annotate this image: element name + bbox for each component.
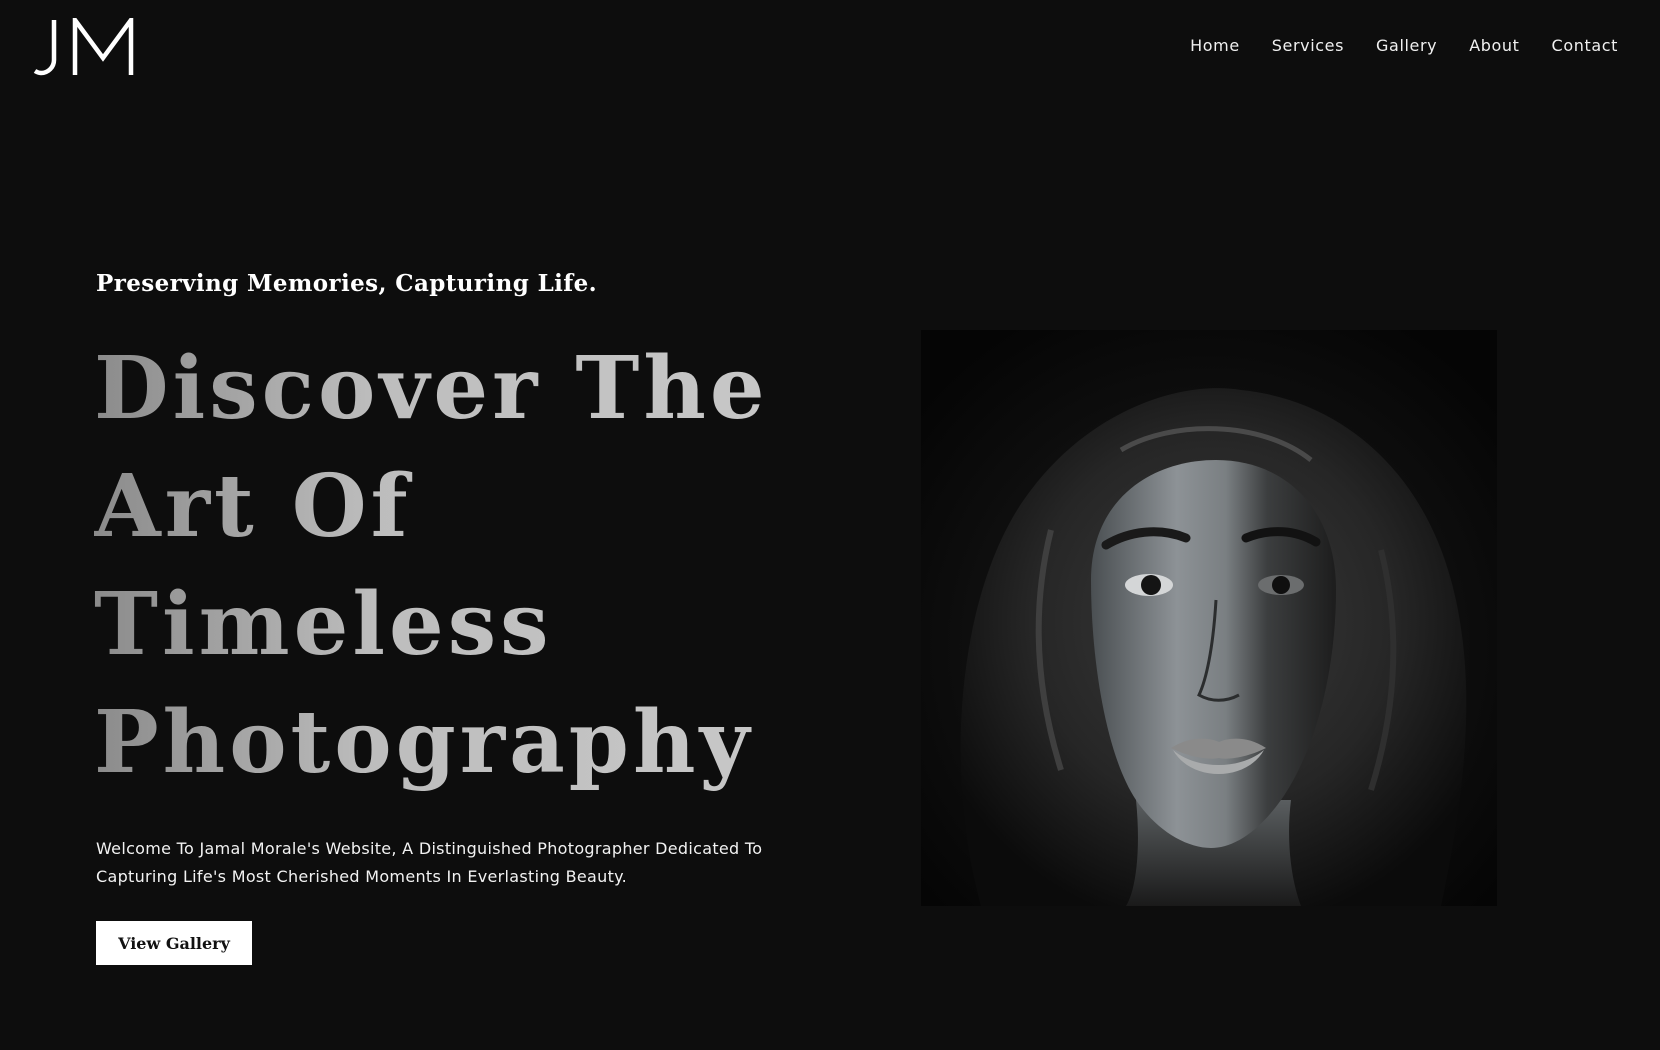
portrait-photo <box>921 330 1497 906</box>
hero-description: Welcome To Jamal Morale's Website, A Dis… <box>96 839 763 886</box>
jm-logo[interactable] <box>33 13 138 76</box>
headline-line: Discover The <box>94 330 794 448</box>
view-gallery-button[interactable]: View Gallery <box>96 921 252 965</box>
portrait-illustration <box>921 330 1497 906</box>
headline-line: Art Of <box>94 448 794 566</box>
jm-logo-icon <box>33 13 134 76</box>
nav-link-gallery[interactable]: Gallery <box>1376 36 1437 55</box>
nav-link-services[interactable]: Services <box>1272 36 1344 55</box>
nav-link-home[interactable]: Home <box>1190 36 1240 55</box>
headline-line: Photography <box>94 684 794 802</box>
nav-link-about[interactable]: About <box>1469 36 1519 55</box>
hero-headline: Discover The Art Of Timeless Photography <box>94 330 794 802</box>
site-header: Home Services Gallery About Contact <box>0 0 1660 100</box>
main-nav: Home Services Gallery About Contact <box>1190 36 1618 55</box>
nav-link-contact[interactable]: Contact <box>1552 36 1618 55</box>
hero-tagline: Preserving Memories, Capturing Life. <box>96 270 598 297</box>
headline-line: Timeless <box>94 566 794 684</box>
